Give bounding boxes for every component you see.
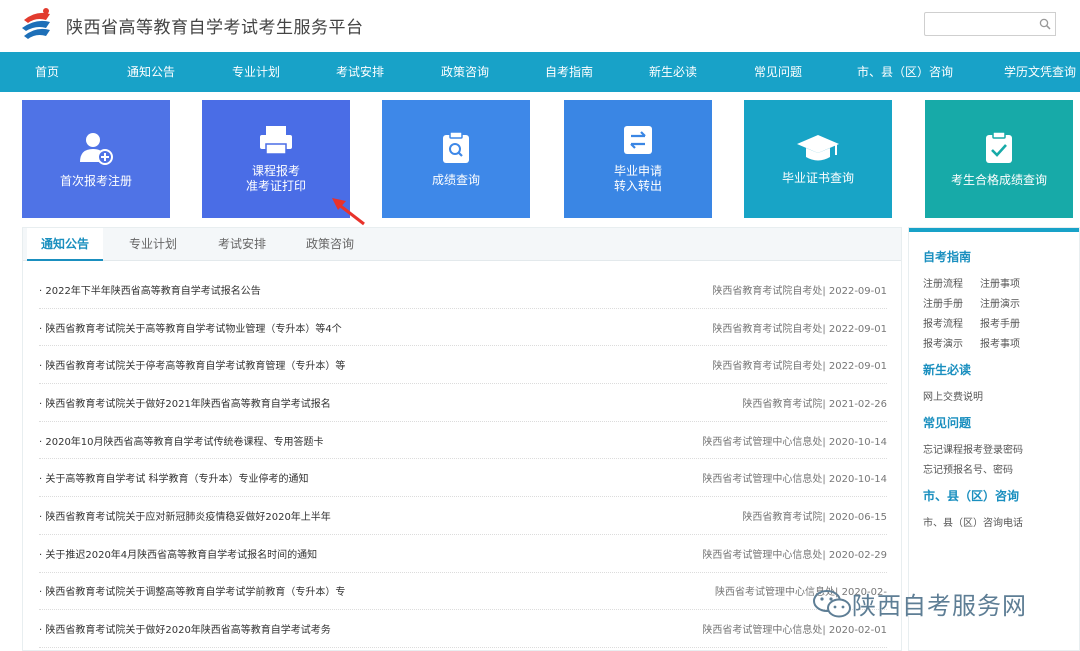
- tile-label: 首次报考注册: [59, 173, 132, 188]
- site-title: 陕西省高等教育自学考试考生服务平台: [66, 18, 364, 38]
- tile-course-registration[interactable]: 课程报考 准考证打印: [202, 100, 350, 218]
- wechat-icon: [813, 589, 851, 617]
- tile-label: 转入转出: [613, 179, 662, 193]
- sidebar-link[interactable]: 报考演示: [923, 335, 963, 350]
- transfer-icon: [624, 126, 652, 154]
- tile-label: 毕业申请: [613, 164, 662, 178]
- search-button[interactable]: [1035, 12, 1056, 36]
- news-tab-bar: 通知公告 专业计划 考试安排 政策咨询: [23, 228, 901, 261]
- tab-exam-schedule[interactable]: 考试安排: [218, 228, 266, 260]
- sidebar-link[interactable]: 市、县（区）咨询电话: [923, 514, 1023, 529]
- user-add-icon: [80, 132, 113, 165]
- news-row[interactable]: · 陕西省教育考试院关于高等教育自学考试物业管理（专升本）等4个 陕西省教育考试…: [39, 309, 887, 347]
- sidebar-top-bar: [909, 228, 1079, 232]
- tile-graduation-transfer[interactable]: 毕业申请 转入转出: [564, 100, 712, 218]
- watermark-text: 陕西自考服务网: [852, 592, 1027, 620]
- news-meta: 陕西省教育考试院自考处| 2022-09-01: [712, 285, 887, 297]
- tile-score-query[interactable]: 成绩查询: [382, 100, 530, 218]
- news-title: · 陕西省教育考试院关于做好2020年陕西省高等教育自学考试考务: [39, 625, 331, 637]
- tab-notices[interactable]: 通知公告: [27, 228, 104, 261]
- printer-icon: [260, 126, 292, 155]
- news-title: · 陕西省教育考试院关于应对新冠肺炎疫情稳妥做好2020年上半年: [39, 511, 331, 523]
- news-row[interactable]: · 陕西省教育考试院关于做好2020年陕西省高等教育自学考试考务 陕西省考试管理…: [39, 610, 887, 648]
- logo-icon: [22, 8, 50, 39]
- nav-newcomer[interactable]: 新生必读: [649, 52, 697, 92]
- news-row[interactable]: · 关于高等教育自学考试 科学教育（专升本）专业停考的通知 陕西省考试管理中心信…: [39, 459, 887, 498]
- clipboard-search-icon: [443, 130, 469, 163]
- nav-guide[interactable]: 自考指南: [545, 52, 593, 92]
- graduation-cap-icon: [797, 134, 839, 160]
- tile-label: 考生合格成绩查询: [950, 172, 1047, 187]
- news-meta: 陕西省考试管理中心信息处| 2020-10-14: [702, 436, 887, 448]
- clipboard-check-icon: [986, 130, 1012, 163]
- quick-tiles: 首次报考注册 课程报考 准考证打印 成绩查询 毕业申请 转入转出 毕业证书查询 …: [0, 100, 1080, 218]
- tile-label: 成绩查询: [431, 172, 480, 187]
- nav-policy[interactable]: 政策咨询: [441, 52, 489, 92]
- news-title: · 陕西省教育考试院关于停考高等教育自学考试教育管理（专升本）等: [39, 361, 346, 373]
- site-header: 陕西省高等教育自学考试考生服务平台: [0, 0, 1080, 52]
- sidebar-link[interactable]: 忘记预报名号、密码: [923, 461, 1013, 476]
- sidebar-link[interactable]: 报考手册: [980, 315, 1020, 330]
- news-title: · 陕西省教育考试院关于高等教育自学考试物业管理（专升本）等4个: [39, 323, 342, 335]
- nav-diploma-query[interactable]: 学历文凭查询: [1004, 52, 1076, 92]
- tile-qualified-score-query[interactable]: 考生合格成绩查询: [925, 100, 1073, 218]
- sidebar-section-county[interactable]: 市、县（区）咨询: [923, 487, 1019, 504]
- news-title: · 陕西省教育考试院关于调整高等教育自学考试学前教育（专升本）专: [39, 587, 346, 599]
- news-meta: 陕西省教育考试院| 2021-02-26: [742, 398, 887, 410]
- news-row[interactable]: · 2020年10月陕西省高等教育自学考试传统卷课程、专用答题卡 陕西省考试管理…: [39, 422, 887, 460]
- news-meta: 陕西省考试管理中心信息处| 2020-02-01: [702, 625, 887, 637]
- nav-faq[interactable]: 常见问题: [754, 52, 802, 92]
- news-list: · 2022年下半年陕西省高等教育自学考试报名公告 陕西省教育考试院自考处| 2…: [39, 271, 887, 648]
- news-title: · 关于推迟2020年4月陕西省高等教育自学考试报名时间的通知: [39, 549, 318, 561]
- tile-label: 毕业证书查询: [781, 170, 854, 185]
- sidebar-link[interactable]: 报考流程: [923, 315, 963, 330]
- sidebar-link[interactable]: 网上交费说明: [923, 388, 983, 403]
- watermark: 陕西自考服务网: [812, 586, 1027, 621]
- sidebar-link[interactable]: 注册手册: [923, 295, 963, 310]
- news-meta: 陕西省考试管理中心信息处| 2020-02-29: [702, 549, 887, 561]
- sidebar-link[interactable]: 注册演示: [980, 295, 1020, 310]
- news-meta: 陕西省考试管理中心信息处| 2020-10-14: [702, 474, 887, 486]
- news-title: · 陕西省教育考试院关于做好2021年陕西省高等教育自学考试报名: [39, 398, 331, 410]
- tile-label: 准考证打印: [245, 179, 306, 193]
- news-row[interactable]: · 2022年下半年陕西省高等教育自学考试报名公告 陕西省教育考试院自考处| 2…: [39, 271, 887, 309]
- news-meta: 陕西省教育考试院自考处| 2022-09-01: [712, 323, 887, 335]
- news-row[interactable]: · 陕西省教育考试院关于调整高等教育自学考试学前教育（专升本）专 陕西省考试管理…: [39, 573, 887, 611]
- search-icon: [1039, 18, 1051, 30]
- nav-notices[interactable]: 通知公告: [127, 52, 175, 92]
- red-arrow-annotation: [332, 198, 365, 226]
- sidebar-link[interactable]: 报考事项: [980, 335, 1020, 350]
- nav-exam-schedule[interactable]: 考试安排: [336, 52, 384, 92]
- news-row[interactable]: · 陕西省教育考试院关于做好2021年陕西省高等教育自学考试报名 陕西省教育考试…: [39, 384, 887, 422]
- nav-major-plans[interactable]: 专业计划: [232, 52, 280, 92]
- news-panel: 通知公告 专业计划 考试安排 政策咨询 · 2022年下半年陕西省高等教育自学考…: [22, 227, 902, 651]
- news-meta: 陕西省教育考试院自考处| 2022-09-01: [712, 361, 887, 373]
- search-input[interactable]: [924, 12, 1040, 36]
- news-row[interactable]: · 陕西省教育考试院关于应对新冠肺炎疫情稳妥做好2020年上半年 陕西省教育考试…: [39, 497, 887, 535]
- news-title: · 2020年10月陕西省高等教育自学考试传统卷课程、专用答题卡: [39, 436, 324, 448]
- nav-county-consult[interactable]: 市、县（区）咨询: [857, 52, 953, 92]
- sidebar-link[interactable]: 忘记课程报考登录密码: [923, 441, 1023, 456]
- tile-label: 课程报考: [251, 164, 300, 178]
- news-row[interactable]: · 关于推迟2020年4月陕西省高等教育自学考试报名时间的通知 陕西省考试管理中…: [39, 535, 887, 573]
- tab-policy[interactable]: 政策咨询: [306, 228, 354, 260]
- news-meta: 陕西省教育考试院| 2020-06-15: [742, 511, 887, 523]
- sidebar-link[interactable]: 注册事项: [980, 275, 1020, 290]
- news-row[interactable]: · 陕西省教育考试院关于停考高等教育自学考试教育管理（专升本）等 陕西省教育考试…: [39, 346, 887, 385]
- sidebar-section-newcomer[interactable]: 新生必读: [923, 361, 971, 378]
- tab-major-plans[interactable]: 专业计划: [129, 228, 177, 260]
- sidebar-section-faq[interactable]: 常见问题: [923, 414, 971, 431]
- sidebar-section-guide[interactable]: 自考指南: [923, 248, 971, 265]
- tile-diploma-query[interactable]: 毕业证书查询: [744, 100, 892, 218]
- news-title: · 2022年下半年陕西省高等教育自学考试报名公告: [39, 285, 261, 297]
- nav-home[interactable]: 首页: [35, 52, 59, 92]
- tile-first-registration[interactable]: 首次报考注册: [22, 100, 170, 218]
- news-title: · 关于高等教育自学考试 科学教育（专升本）专业停考的通知: [39, 474, 309, 486]
- sidebar-link[interactable]: 注册流程: [923, 275, 963, 290]
- main-nav: 首页 通知公告 专业计划 考试安排 政策咨询 自考指南 新生必读 常见问题 市、…: [0, 52, 1080, 92]
